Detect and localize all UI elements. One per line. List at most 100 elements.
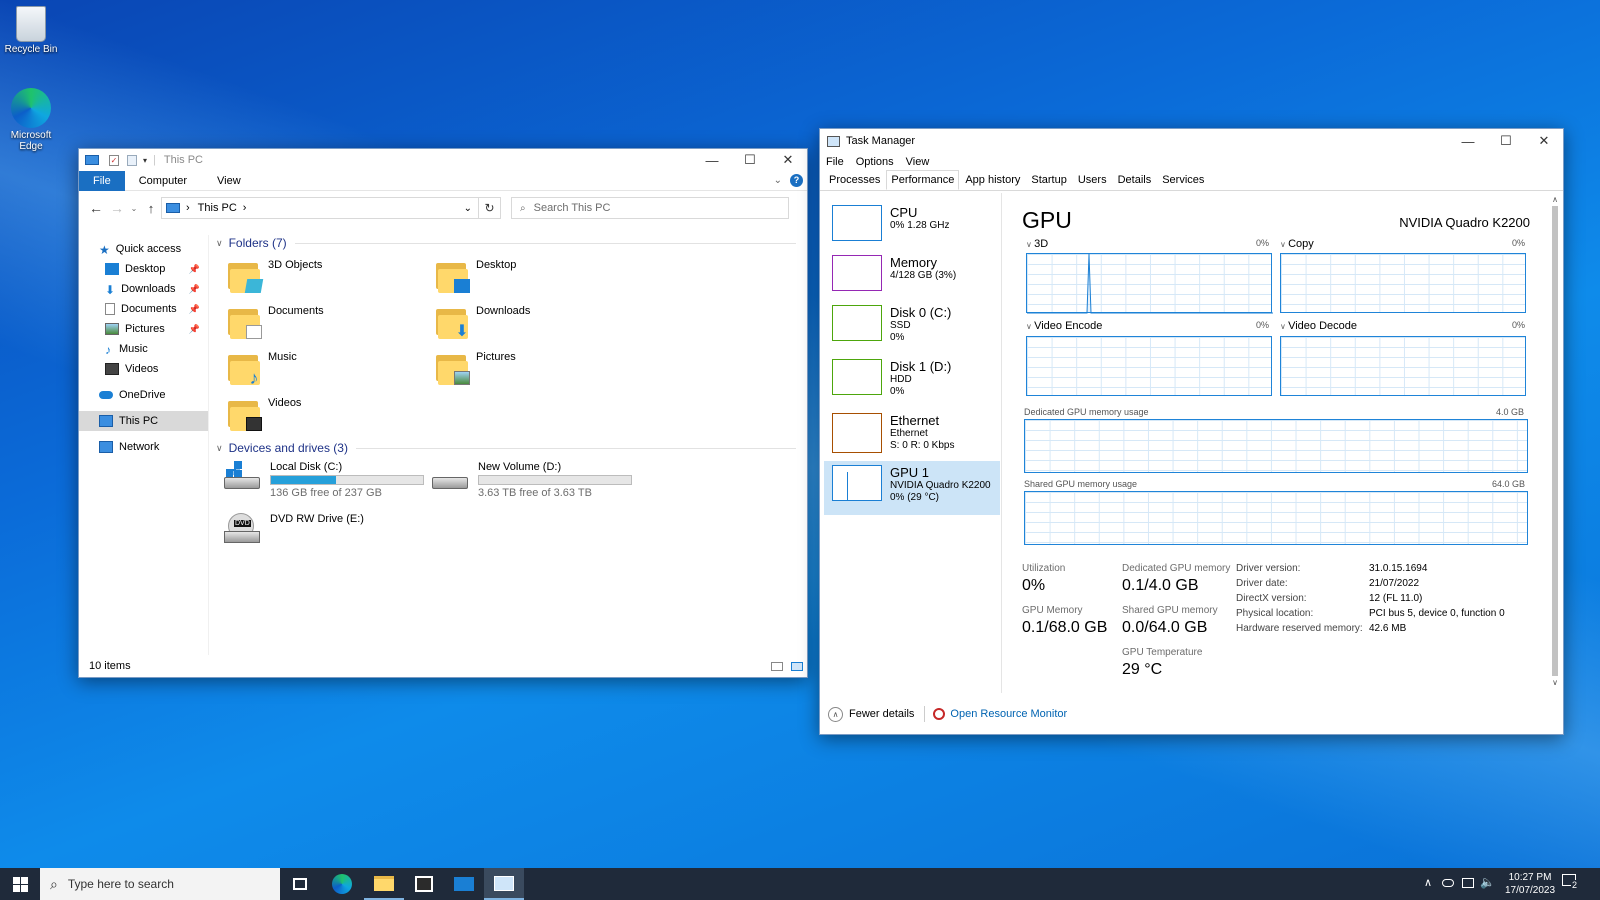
minimize-button[interactable]: — <box>1449 126 1487 156</box>
fewer-details-link[interactable]: Fewer details <box>849 708 914 720</box>
vertical-scrollbar[interactable]: ∧ ∨ <box>1549 195 1561 695</box>
drive-c[interactable]: Local Disk (C:) 136 GB free of 237 GB <box>224 461 424 499</box>
task-view-button[interactable] <box>280 868 320 900</box>
onedrive-tray-icon[interactable] <box>1442 879 1454 887</box>
up-icon[interactable]: ↑ <box>141 201 161 216</box>
sidebar-item-gpu1[interactable]: GPU 1 NVIDIA Quadro K2200 0% (29 °C) <box>824 461 1000 515</box>
nav-item-videos[interactable]: Videos <box>79 359 208 379</box>
ribbon-tab-file[interactable]: File <box>79 170 125 191</box>
new-folder-icon[interactable] <box>127 154 137 166</box>
start-button[interactable] <box>0 868 40 900</box>
folder-icon <box>228 259 264 293</box>
drives-group-header[interactable]: ∨ Devices and drives (3) <box>216 440 796 456</box>
drive-e[interactable]: DVD DVD RW Drive (E:) <box>224 513 364 547</box>
forward-icon[interactable]: → <box>107 200 127 216</box>
engine-copy-label[interactable]: ∨ Copy <box>1280 238 1314 250</box>
folder-pictures[interactable]: Pictures <box>436 351 516 385</box>
sidebar-detail: NVIDIA Quadro K2200 <box>890 480 991 491</box>
tab-processes[interactable]: Processes <box>824 170 885 190</box>
tab-app-history[interactable]: App history <box>960 170 1025 190</box>
taskbar-search-box[interactable]: ⌕ Type here to search <box>40 868 280 900</box>
engine-video-encode-label[interactable]: ∨ Video Encode <box>1026 320 1102 332</box>
nav-quick-access[interactable]: ★ Quick access <box>79 239 208 259</box>
large-icons-view-icon[interactable] <box>791 661 803 671</box>
cpu-thumbnail <box>832 205 882 241</box>
file-explorer-taskbar-button[interactable] <box>364 868 404 900</box>
tab-performance[interactable]: Performance <box>886 170 960 190</box>
task-manager-icon <box>827 135 840 147</box>
address-dropdown-icon[interactable]: ⌄ <box>464 203 472 214</box>
sidebar-item-disk1[interactable]: Disk 1 (D:) HDD 0% <box>824 359 1000 411</box>
nav-item-documents[interactable]: Documents 📌 <box>79 299 208 319</box>
network-tray-icon[interactable] <box>1462 878 1474 888</box>
nav-this-pc[interactable]: This PC <box>79 411 208 431</box>
folder-music[interactable]: ♪ Music <box>228 351 297 387</box>
recycle-bin-shortcut[interactable]: Recycle Bin <box>0 6 66 55</box>
recycle-bin-label: Recycle Bin <box>4 44 58 55</box>
mail-taskbar-button[interactable] <box>444 868 484 900</box>
engine-video-decode-label[interactable]: ∨ Video Decode <box>1280 320 1357 332</box>
scroll-thumb[interactable] <box>1552 206 1558 676</box>
minimize-button[interactable]: — <box>693 145 731 175</box>
ribbon-tab-view[interactable]: View <box>217 175 241 187</box>
nav-item-music[interactable]: ♪ Music <box>79 339 208 359</box>
tray-overflow-icon[interactable]: ∧ <box>1424 876 1432 889</box>
clock[interactable]: 10:27 PM 17/07/2023 <box>1505 871 1555 897</box>
properties-icon[interactable]: ✓ <box>109 154 119 166</box>
address-bar[interactable]: › This PC › ⌄ <box>161 197 479 219</box>
shared-memory-max: 64.0 GB <box>1492 479 1526 489</box>
nav-item-downloads[interactable]: ⬇ Downloads 📌 <box>79 279 208 299</box>
edge-shortcut[interactable]: Microsoft Edge <box>0 88 66 152</box>
menu-view[interactable]: View <box>906 156 930 168</box>
folders-group-header[interactable]: ∨ Folders (7) <box>216 235 796 251</box>
sidebar-title: CPU <box>890 205 918 220</box>
back-icon[interactable]: ← <box>85 200 107 216</box>
open-resource-monitor-link[interactable]: Open Resource Monitor <box>950 708 1067 720</box>
maximize-button[interactable]: ☐ <box>1487 126 1525 156</box>
tab-startup[interactable]: Startup <box>1026 170 1071 190</box>
search-box[interactable]: ⌕ Search This PC <box>511 197 789 219</box>
directx-version-label: DirectX version: <box>1236 593 1307 604</box>
maximize-button[interactable]: ☐ <box>731 145 769 175</box>
qat-dropdown-icon[interactable]: ▾ <box>143 156 147 165</box>
sidebar-item-disk0[interactable]: Disk 0 (C:) SSD 0% <box>824 305 1000 357</box>
folder-documents[interactable]: Documents <box>228 305 324 339</box>
volume-tray-icon[interactable]: 🔈 <box>1480 875 1495 889</box>
menu-options[interactable]: Options <box>856 156 894 168</box>
notifications-button[interactable]: 2 <box>1562 874 1586 894</box>
ribbon-tab-computer[interactable]: Computer <box>139 175 187 187</box>
scroll-down-arrow[interactable]: ∨ <box>1549 678 1561 687</box>
fewer-details-icon[interactable]: ∧ <box>828 706 843 722</box>
dedicated-memory-stat-value: 0.1/4.0 GB <box>1122 577 1199 594</box>
sidebar-item-memory[interactable]: Memory 4/128 GB (3%) <box>824 255 1000 307</box>
help-icon[interactable]: ? <box>790 174 803 187</box>
nav-onedrive[interactable]: OneDrive <box>79 385 208 405</box>
nav-item-desktop[interactable]: Desktop 📌 <box>79 259 208 279</box>
recent-dropdown-icon[interactable]: ⌄ <box>127 204 141 213</box>
nav-network[interactable]: Network <box>79 437 208 457</box>
scroll-up-arrow[interactable]: ∧ <box>1549 195 1561 204</box>
menu-file[interactable]: File <box>826 156 844 168</box>
close-button[interactable]: ✕ <box>1525 126 1563 156</box>
tab-services[interactable]: Services <box>1157 170 1209 190</box>
details-view-icon[interactable] <box>771 661 783 671</box>
tab-users[interactable]: Users <box>1073 170 1112 190</box>
folder-downloads[interactable]: ⬇ Downloads <box>436 305 530 340</box>
nav-item-pictures[interactable]: Pictures 📌 <box>79 319 208 339</box>
folder-3d-objects[interactable]: 3D Objects <box>228 259 322 293</box>
store-taskbar-button[interactable] <box>404 868 444 900</box>
folder-videos[interactable]: Videos <box>228 397 301 431</box>
engine-3d-label[interactable]: ∨ 3D <box>1026 238 1048 250</box>
ribbon-expand-icon[interactable]: ⌄ <box>774 175 782 186</box>
task-manager-taskbar-button[interactable] <box>484 868 524 900</box>
tab-details[interactable]: Details <box>1113 170 1157 190</box>
edge-taskbar-button[interactable] <box>322 868 362 900</box>
refresh-button[interactable]: ↻ <box>479 197 501 219</box>
address-row: ← → ⌄ ↑ › This PC › ⌄ ↻ ⌕ Search This PC <box>79 191 807 225</box>
chevron-down-icon: ∨ <box>216 237 223 248</box>
folder-desktop[interactable]: Desktop <box>436 259 516 293</box>
sidebar-item-cpu[interactable]: CPU 0% 1.28 GHz <box>824 205 1000 257</box>
drive-d[interactable]: New Volume (D:) 3.63 TB free of 3.63 TB <box>432 461 632 499</box>
sidebar-item-ethernet[interactable]: Ethernet Ethernet S: 0 R: 0 Kbps <box>824 413 1000 465</box>
close-button[interactable]: ✕ <box>769 145 807 175</box>
